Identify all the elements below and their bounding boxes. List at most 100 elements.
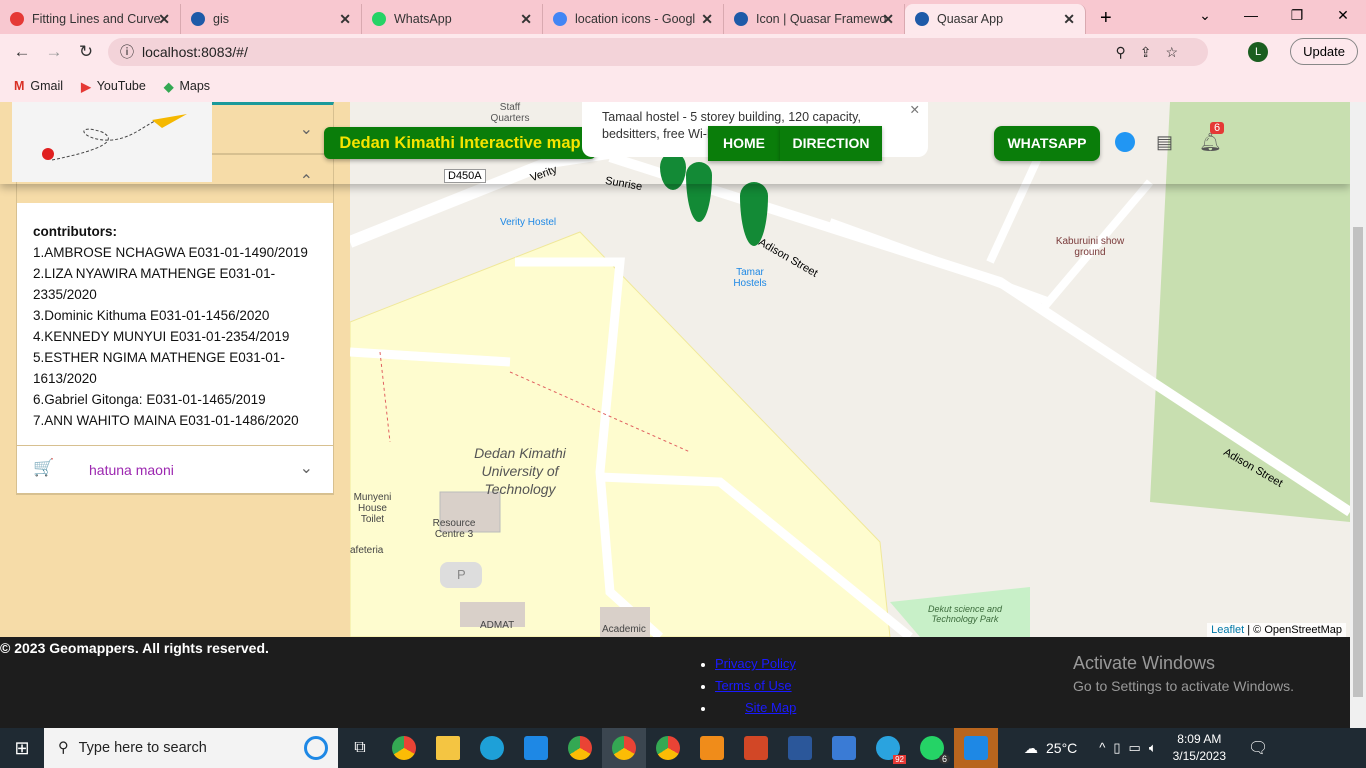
whatsapp-button[interactable]: WHATSAPP [994, 126, 1100, 161]
quasar-icon [734, 12, 748, 26]
info-icon[interactable]: ⓘ [120, 38, 134, 66]
expansion-item-feedback[interactable]: 🛒 hatuna maoni ⌄ [16, 445, 334, 495]
whatsapp-icon[interactable]: 6 [910, 728, 954, 768]
logo-image [12, 102, 212, 182]
maps-icon: ◆ [163, 79, 174, 94]
cart-icon: 🛒 [33, 458, 55, 477]
privacy-policy-link[interactable]: Privacy Policy [715, 656, 796, 671]
map-label: afeteria [350, 545, 384, 556]
tab-search-icon[interactable]: ⌄ [1182, 0, 1228, 30]
parking-label: P [457, 567, 466, 582]
notification-badge: 6 [1210, 122, 1225, 134]
contributor: 5.ESTHER NGIMA MATHENGE E031-01-1613/202… [33, 350, 285, 386]
chrome-icon[interactable] [646, 728, 690, 768]
youtube-icon: ▶ [81, 79, 91, 94]
vscode-icon[interactable] [514, 728, 558, 768]
back-button[interactable]: ← [6, 42, 38, 62]
map-label: Dedan Kimathi University of Technology [474, 445, 566, 497]
leaflet-link[interactable]: Leaflet [1211, 624, 1244, 636]
contributor: 1.AMBROSE NCHAGWA E031-01-1490/2019 [33, 245, 308, 260]
weather-cloud-icon: ☁ [1024, 739, 1038, 756]
clock[interactable]: 8:09 AM 3/15/2023 [1173, 731, 1226, 765]
map-label: Academic [602, 624, 646, 635]
telegram-icon[interactable]: 92 [866, 728, 910, 768]
close-tab-icon[interactable]: ✕ [339, 11, 351, 28]
map-label: Dekut science and Technology Park [927, 604, 1003, 624]
taskbar-search-input[interactable]: ⚲ Type here to search [44, 728, 338, 768]
bookmark-maps[interactable]: ◆ Maps [164, 79, 210, 94]
powerpoint-icon[interactable] [734, 728, 778, 768]
close-tab-icon[interactable]: ✕ [701, 11, 713, 28]
activate-windows-watermark: Activate Windows Go to Settings to activ… [1073, 653, 1294, 694]
word-icon[interactable] [778, 728, 822, 768]
browser-tab-bar: Fitting Lines and Curve ✕ gis ✕ WhatsApp ✕ … [0, 0, 1366, 34]
chevron-down-icon[interactable]: ⌄ [300, 458, 313, 478]
footer: © 2023 Geomappers. All rights reserved. … [0, 637, 1350, 728]
search-icon: ⚲ [58, 740, 69, 756]
weather-widget[interactable]: ☁ 25°C [1024, 740, 1077, 757]
direction-button[interactable]: DIRECTION [780, 126, 882, 161]
gmail-icon: M [14, 79, 25, 93]
globe-icon[interactable] [1115, 132, 1135, 152]
profile-avatar[interactable]: L [1248, 42, 1268, 62]
task-view-icon[interactable]: ⧉ [338, 728, 382, 768]
home-button[interactable]: HOME [708, 126, 780, 161]
media-player-icon[interactable] [690, 728, 734, 768]
popup-close-icon[interactable]: ✕ [910, 102, 920, 119]
close-window-button[interactable]: ✕ [1320, 0, 1366, 30]
chrome-icon[interactable] [382, 728, 426, 768]
map-label: ADMAT [480, 620, 515, 631]
browser-tab[interactable]: Fitting Lines and Curve ✕ [0, 4, 181, 34]
update-button[interactable]: Update [1290, 38, 1358, 65]
browser-tab[interactable]: WhatsApp ✕ [362, 4, 543, 34]
photos-icon[interactable] [822, 728, 866, 768]
minimize-button[interactable]: — [1228, 0, 1274, 30]
url-input[interactable]: ⓘ localhost:8083/#/⚲⇪☆ [108, 38, 1208, 66]
map-label: Resource Centre 3 [432, 518, 476, 540]
close-tab-icon[interactable]: ✕ [882, 11, 894, 28]
contributor: 6.Gabriel Gitonga: E031-01-1465/2019 [33, 392, 266, 407]
notifications-icon[interactable]: 🗨︎ [1248, 738, 1268, 758]
system-tray-icons[interactable]: ^▯▭🔈︎ [1099, 740, 1164, 756]
contributors-title: contributors: [33, 224, 117, 239]
contributor: 2.LIZA NYAWIRA MATHENGE E031-01-2335/202… [33, 266, 276, 302]
location-share-star-icons[interactable]: ⚲⇪☆ [1115, 38, 1192, 66]
map-label: Munyeni House Toilet [353, 492, 392, 525]
close-tab-icon[interactable]: ✕ [520, 11, 532, 28]
bookmarks-bar: M Gmail ▶ YouTube ◆ Maps [0, 70, 1366, 102]
page-scrollbar[interactable] [1350, 102, 1366, 728]
restore-button[interactable]: ❐ [1274, 0, 1320, 30]
chat-icon[interactable]: ▤ [1156, 132, 1173, 153]
whatsapp-icon [372, 12, 386, 26]
new-tab-button[interactable]: + [1100, 7, 1112, 30]
file-explorer-icon[interactable] [426, 728, 470, 768]
browser-tab[interactable]: location icons - Googl ✕ [543, 4, 724, 34]
app-page: ⌄ ⌃ contributors: 1.AMBROSE NCHAGWA E031… [0, 102, 1350, 637]
bookmark-gmail[interactable]: M Gmail [14, 79, 63, 93]
close-tab-icon[interactable]: ✕ [158, 11, 170, 28]
map-attribution: Leaflet | © OpenStreetMap [1207, 623, 1346, 637]
contributor: 7.ANN WAHITO MAINA E031-01-1486/2020 [33, 413, 299, 428]
address-bar-row: ← → ↻ ⓘ localhost:8083/#/⚲⇪☆ L Update [0, 34, 1366, 70]
start-button[interactable]: ⊞ [0, 728, 44, 768]
youtube-icon [10, 12, 24, 26]
terms-link[interactable]: Terms of Use [715, 678, 792, 693]
quasar-icon [191, 12, 205, 26]
forward-button[interactable]: → [38, 42, 70, 62]
sitemap-link[interactable]: Site Map [745, 700, 796, 715]
expansion-item-contributors[interactable]: ⌃ contributors: 1.AMBROSE NCHAGWA E031-0… [16, 154, 334, 494]
browser-tab[interactable]: gis ✕ [181, 4, 362, 34]
close-tab-icon[interactable]: ✕ [1063, 11, 1075, 28]
browser-tab[interactable]: Icon | Quasar Framewo ✕ [724, 4, 905, 34]
browser-tab-active[interactable]: Quasar App ✕ [905, 4, 1086, 34]
people-icon[interactable] [954, 728, 998, 768]
contributor: 3.Dominic Kithuma E031-01-1456/2020 [33, 308, 270, 323]
map-label: Tamar Hostels [733, 267, 767, 289]
edge-icon[interactable] [470, 728, 514, 768]
chrome-icon[interactable] [558, 728, 602, 768]
reload-button[interactable]: ↻ [70, 42, 102, 62]
chrome-icon-active[interactable] [602, 728, 646, 768]
bookmark-youtube[interactable]: ▶ YouTube [81, 79, 146, 94]
bell-icon[interactable]: 🔔︎ [1199, 132, 1222, 153]
bing-icon [304, 736, 328, 760]
